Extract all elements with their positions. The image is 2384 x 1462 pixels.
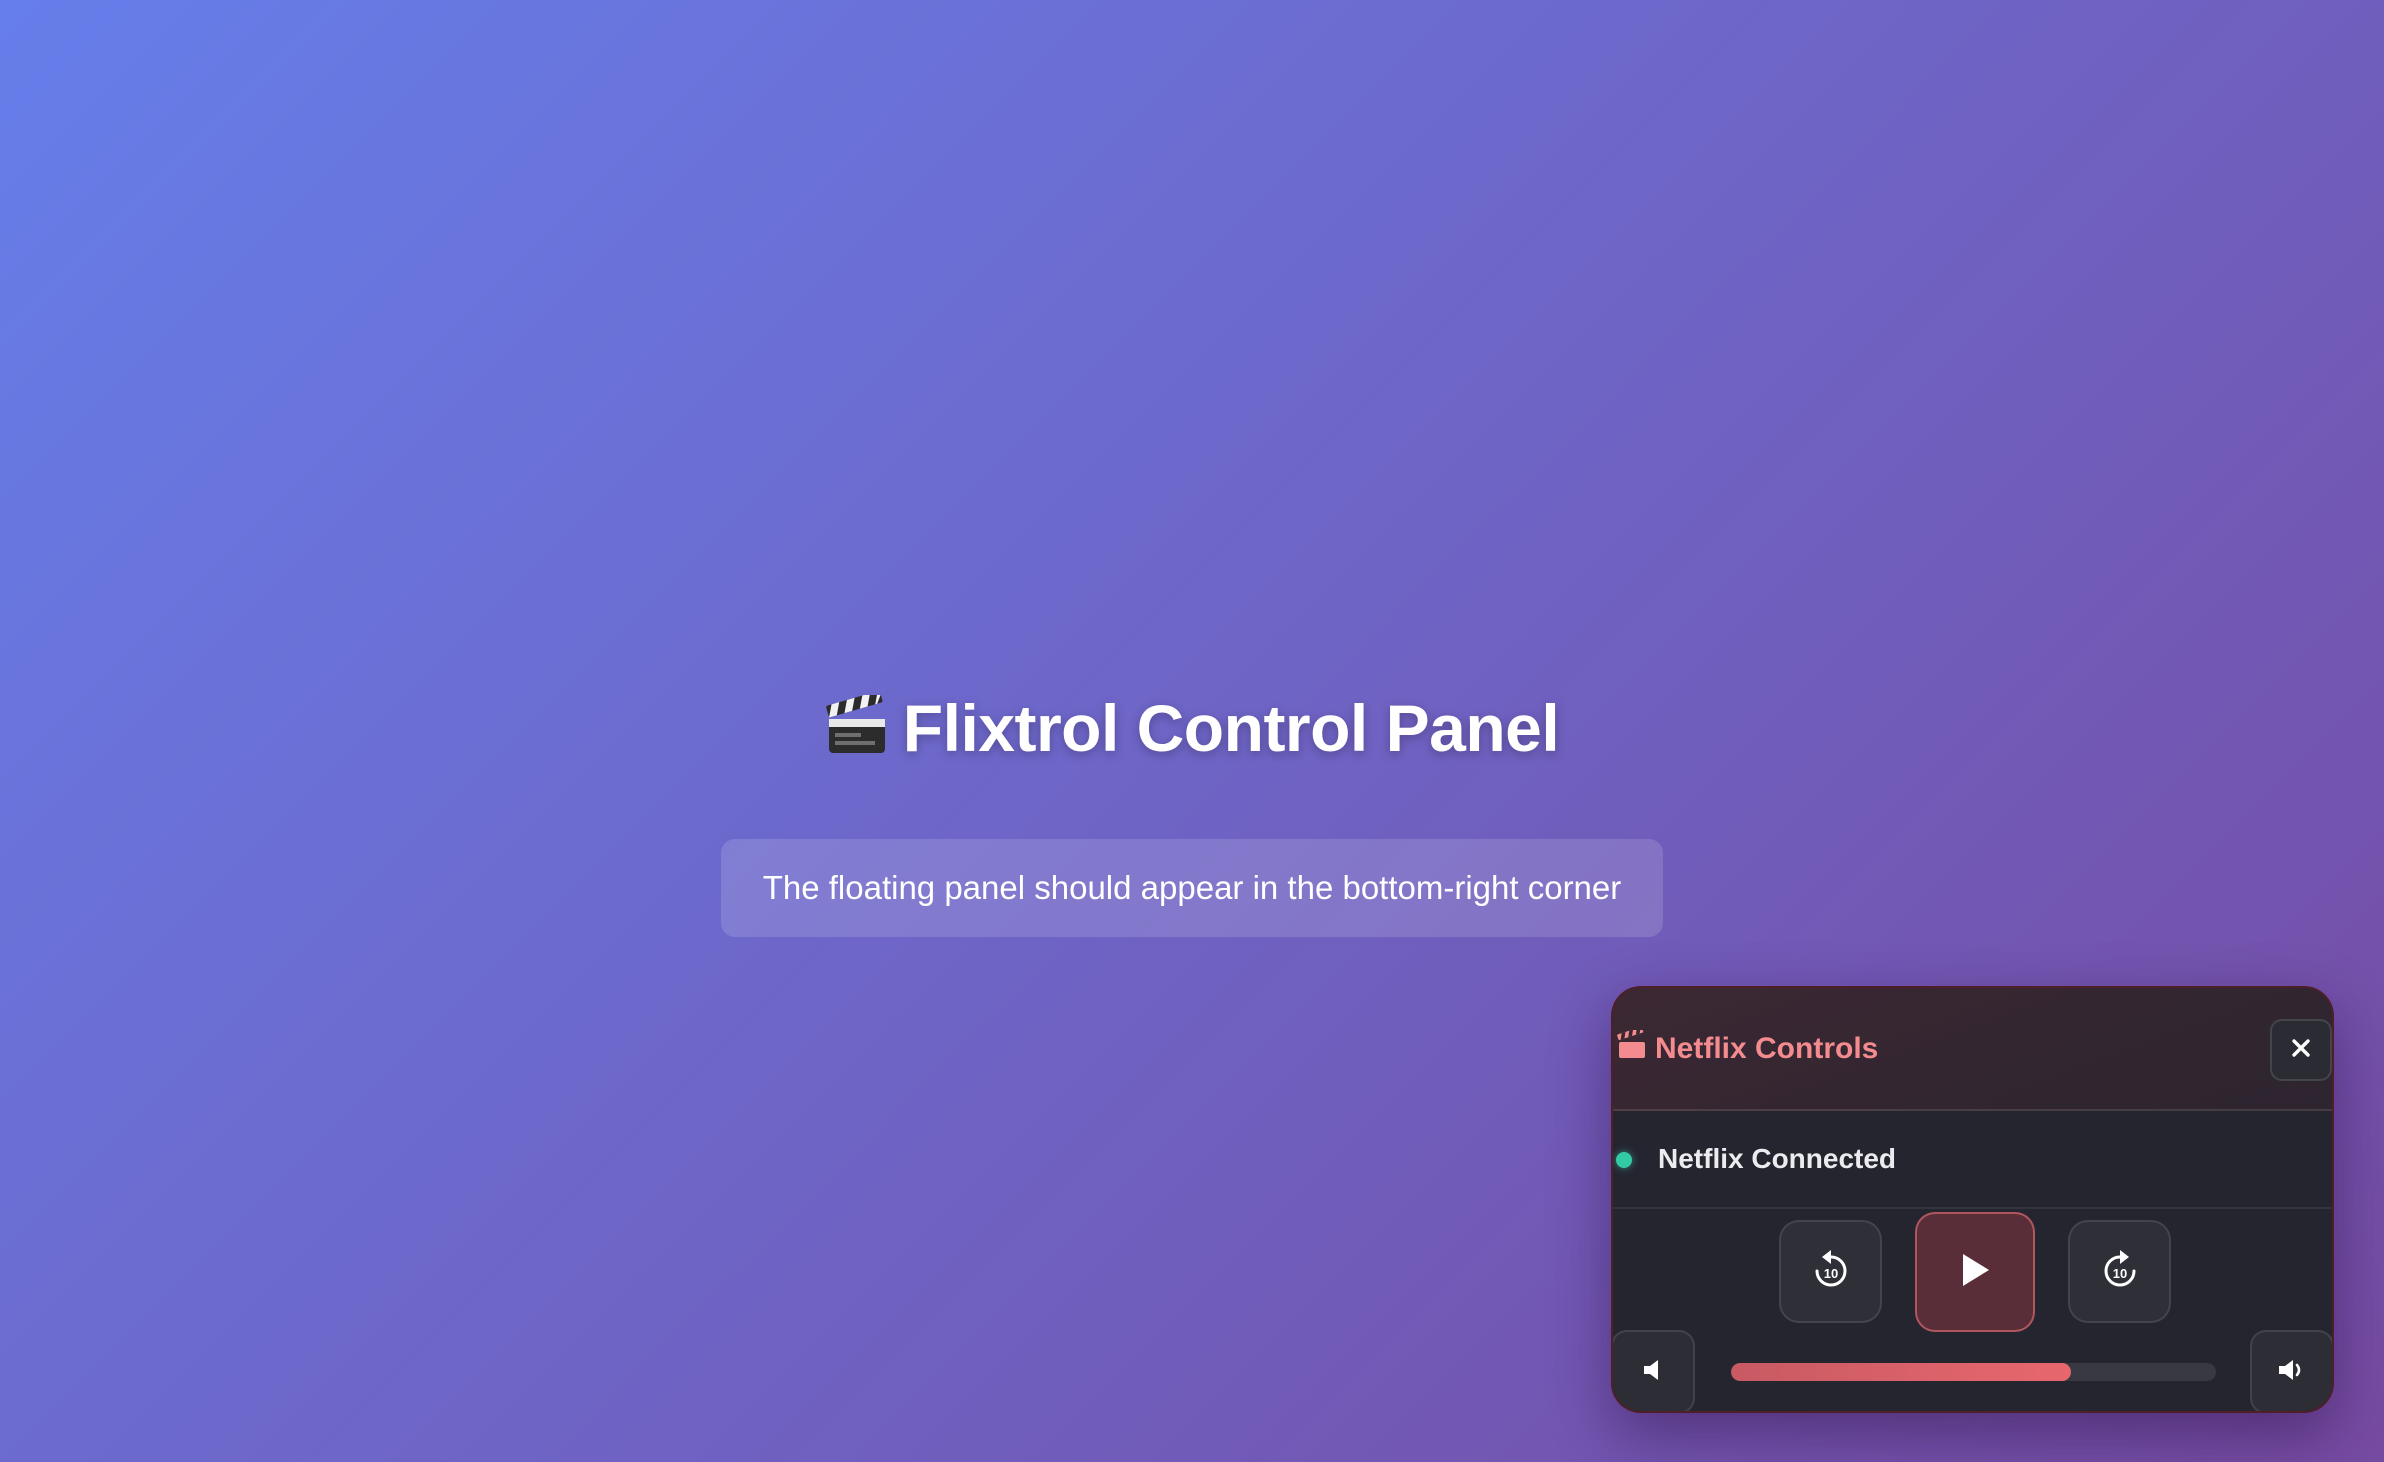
volume-down-icon: [1642, 1358, 1664, 1387]
close-icon: [2291, 1038, 2311, 1063]
status-indicator-dot: [1616, 1152, 1632, 1168]
panel-title: Netflix Controls: [1617, 988, 1878, 1109]
play-button[interactable]: [1915, 1212, 2035, 1332]
connection-status: Netflix Connected: [1613, 1110, 2332, 1209]
forward-10-icon: 10: [2100, 1248, 2140, 1295]
status-text: Netflix Connected: [1658, 1143, 1897, 1174]
volume-level-fill: [1731, 1363, 2071, 1381]
forward-seconds: 10: [2112, 1266, 2126, 1281]
rewind-10-button[interactable]: 10: [1779, 1220, 1882, 1323]
floating-control-panel: Netflix Controls Netflix Connected 10 10: [1611, 986, 2334, 1413]
close-button[interactable]: [2270, 1019, 2332, 1081]
panel-header: Netflix Controls: [1613, 988, 2332, 1111]
volume-slider[interactable]: [1731, 1363, 2216, 1381]
rewind-seconds: 10: [1823, 1266, 1837, 1281]
clapperboard-icon: [1617, 1026, 1647, 1068]
rewind-10-icon: 10: [1811, 1248, 1851, 1295]
play-icon: [1958, 1252, 1992, 1293]
forward-10-button[interactable]: 10: [2068, 1220, 2171, 1323]
page-title: Flixtrol Control Panel: [0, 690, 2384, 772]
panel-title-text: Netflix Controls: [1655, 1031, 1879, 1065]
volume-up-icon: [2277, 1358, 2307, 1387]
volume-up-button[interactable]: [2250, 1330, 2332, 1411]
hint-banner: The floating panel should appear in the …: [721, 839, 1663, 937]
clapperboard-icon: [825, 690, 889, 772]
volume-down-button[interactable]: [1613, 1330, 1695, 1411]
page-title-text: Flixtrol Control Panel: [902, 691, 1560, 765]
